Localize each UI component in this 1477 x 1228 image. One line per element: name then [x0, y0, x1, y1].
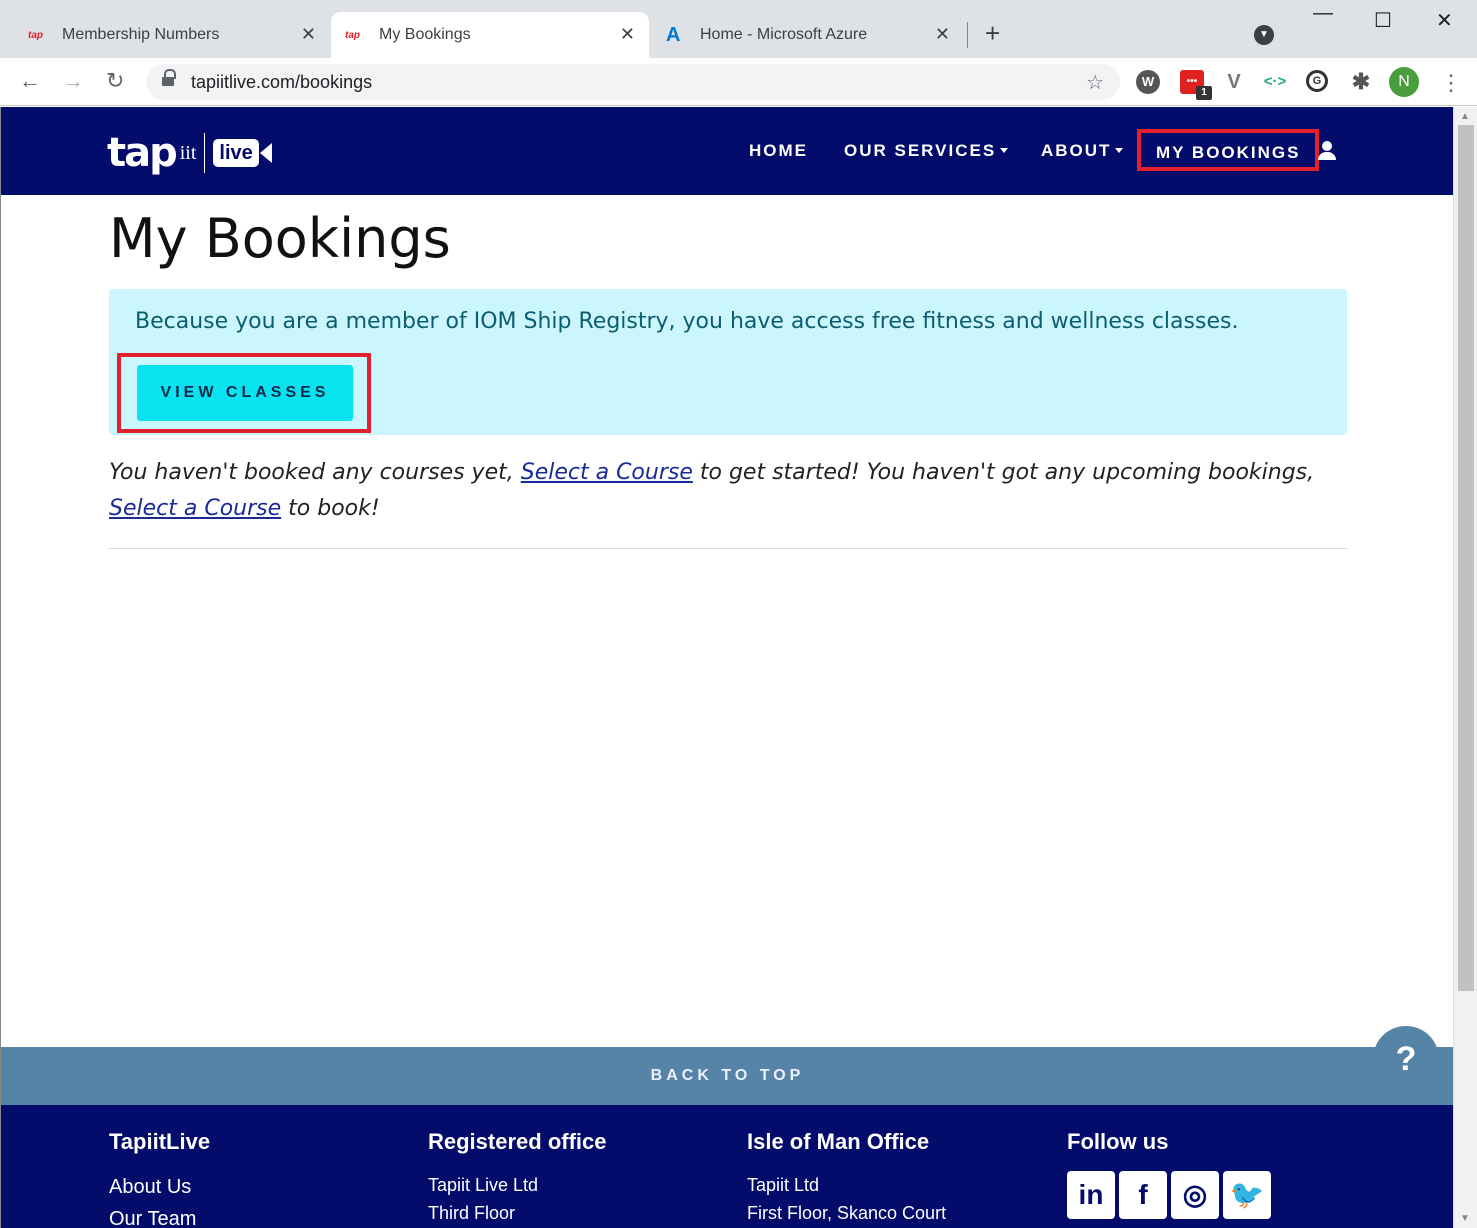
- footer-col-tapiitlive: TapiitLive About Us Our Team: [109, 1129, 210, 1228]
- extensions-puzzle-icon[interactable]: ✱: [1349, 70, 1373, 94]
- close-tab-icon[interactable]: ✕: [620, 24, 635, 45]
- logo-live-badge: live: [213, 139, 259, 167]
- footer-heading: Follow us: [1067, 1129, 1169, 1154]
- nav-services-label: OUR SERVICES: [844, 141, 997, 160]
- info-text: to get started! You haven't got any upco…: [692, 460, 1315, 485]
- footer-link-our-team[interactable]: Our Team: [109, 1203, 210, 1228]
- footer-address-line: Third Floor: [428, 1203, 516, 1223]
- tab-title: My Bookings: [379, 26, 471, 43]
- wordpress-extension-icon[interactable]: W: [1136, 70, 1160, 94]
- grammar-extension-icon[interactable]: G: [1306, 70, 1328, 92]
- nav-my-bookings[interactable]: MY BOOKINGS: [1137, 129, 1320, 171]
- instagram-icon[interactable]: ◎: [1171, 1171, 1219, 1219]
- url-text[interactable]: tapiitlive.com/bookings: [191, 72, 372, 93]
- page-viewport: tap iit live HOME OUR SERVICES ABOUT MY …: [0, 107, 1453, 1228]
- info-text: You haven't booked any courses yet,: [109, 460, 521, 485]
- footer-col-follow-us: Follow us in f ◎ 🐦: [1067, 1129, 1271, 1219]
- scrollbar-thumb[interactable]: [1458, 125, 1474, 991]
- site-footer: TapiitLive About Us Our Team Registered …: [1, 1105, 1453, 1228]
- scroll-up-icon[interactable]: ▲: [1460, 111, 1470, 122]
- camera-icon: [259, 143, 272, 163]
- footer-col-registered-office: Registered office Tapiit Live Ltd Third …: [428, 1129, 607, 1227]
- logo-tap-text: tap: [107, 130, 178, 176]
- nav-about[interactable]: ABOUT: [1041, 141, 1124, 161]
- footer-col-iom-office: Isle of Man Office Tapiit Ltd First Floo…: [747, 1129, 946, 1227]
- bookmark-star-icon[interactable]: ☆: [1086, 70, 1104, 95]
- tapiit-favicon-icon: tap: [28, 29, 43, 41]
- chevron-down-icon: [1115, 147, 1124, 153]
- select-course-link[interactable]: Select a Course: [109, 496, 281, 521]
- close-tab-icon[interactable]: ✕: [935, 24, 950, 45]
- tab-title: Home - Microsoft Azure: [700, 26, 868, 43]
- address-bar[interactable]: tapiitlive.com/bookings ☆: [146, 64, 1120, 100]
- minimize-icon[interactable]: —: [1313, 2, 1333, 25]
- footer-address-line: First Floor, Skanco Court: [747, 1203, 947, 1223]
- browser-menu-icon[interactable]: ⋮: [1440, 70, 1462, 96]
- back-to-top-button[interactable]: BACK TO TOP: [1, 1047, 1453, 1105]
- browser-tab-bar: tap Membership Numbers ✕ tap My Bookings…: [0, 0, 1477, 58]
- facebook-icon[interactable]: f: [1119, 1171, 1167, 1219]
- site-header: tap iit live HOME OUR SERVICES ABOUT MY …: [1, 107, 1453, 195]
- reload-icon[interactable]: ↻: [106, 68, 124, 94]
- footer-heading: Registered office: [428, 1129, 607, 1154]
- info-text: to book!: [281, 496, 380, 521]
- calendar-extension-icon[interactable]: ••• 1: [1180, 70, 1212, 100]
- tapiit-live-logo[interactable]: tap iit live: [107, 130, 272, 176]
- profile-avatar[interactable]: N: [1389, 67, 1419, 97]
- linkedin-icon[interactable]: in: [1067, 1171, 1115, 1219]
- tab-title: Membership Numbers: [62, 26, 220, 43]
- extension-badge: 1: [1196, 86, 1212, 100]
- scroll-down-icon[interactable]: ▼: [1460, 1213, 1470, 1224]
- divider: [109, 548, 1347, 549]
- footer-link-about-us[interactable]: About Us: [109, 1171, 210, 1203]
- vue-extension-icon[interactable]: V: [1222, 70, 1246, 94]
- select-course-link[interactable]: Select a Course: [521, 460, 693, 485]
- alert-message: Because you are a member of IOM Ship Reg…: [135, 309, 1239, 334]
- logo-divider: [204, 133, 206, 173]
- window-close-icon[interactable]: ✕: [1436, 8, 1453, 33]
- code-extension-icon[interactable]: <·>: [1263, 70, 1287, 94]
- azure-favicon-icon: A: [666, 23, 681, 46]
- tab-separator: [967, 22, 968, 48]
- nav-our-services[interactable]: OUR SERVICES: [844, 141, 1009, 161]
- footer-heading: TapiitLive: [109, 1129, 211, 1154]
- page-title: My Bookings: [109, 207, 451, 270]
- new-tab-button[interactable]: +: [985, 18, 1000, 49]
- tapiit-favicon-icon: tap: [345, 29, 360, 41]
- close-tab-icon[interactable]: ✕: [301, 24, 316, 45]
- forward-arrow-icon[interactable]: →: [62, 68, 84, 94]
- nav-about-label: ABOUT: [1041, 141, 1112, 160]
- help-button[interactable]: ?: [1373, 1026, 1439, 1092]
- no-bookings-message: You haven't booked any courses yet, Sele…: [109, 455, 1349, 527]
- chevron-down-icon: [1000, 147, 1009, 153]
- tab-search-icon[interactable]: ▼: [1254, 25, 1274, 45]
- nav-home[interactable]: HOME: [749, 141, 808, 161]
- user-account-icon[interactable]: [1317, 141, 1337, 161]
- view-classes-highlight: VIEW CLASSES: [117, 353, 371, 433]
- social-links: in f ◎ 🐦: [1067, 1171, 1271, 1219]
- twitter-icon[interactable]: 🐦: [1223, 1171, 1271, 1219]
- page-scrollbar[interactable]: ▲ ▼: [1453, 107, 1477, 1228]
- back-arrow-icon[interactable]: ←: [19, 68, 41, 94]
- logo-iit-text: iit: [179, 141, 197, 164]
- lock-icon[interactable]: [162, 69, 176, 88]
- footer-address-line: Tapiit Live Ltd: [428, 1175, 539, 1195]
- browser-toolbar: ← → ↻ tapiitlive.com/bookings ☆ W ••• 1 V…: [0, 58, 1477, 106]
- tab-my-bookings[interactable]: tap My Bookings ✕: [331, 12, 649, 58]
- maximize-icon[interactable]: ☐: [1374, 8, 1392, 33]
- membership-alert: Because you are a member of IOM Ship Reg…: [109, 289, 1347, 435]
- view-classes-button[interactable]: VIEW CLASSES: [137, 365, 353, 421]
- tab-membership-numbers[interactable]: tap Membership Numbers ✕: [0, 12, 330, 58]
- footer-heading: Isle of Man Office: [747, 1129, 930, 1154]
- tab-microsoft-azure[interactable]: A Home - Microsoft Azure ✕: [652, 12, 964, 58]
- footer-address-line: Tapiit Ltd: [747, 1175, 820, 1195]
